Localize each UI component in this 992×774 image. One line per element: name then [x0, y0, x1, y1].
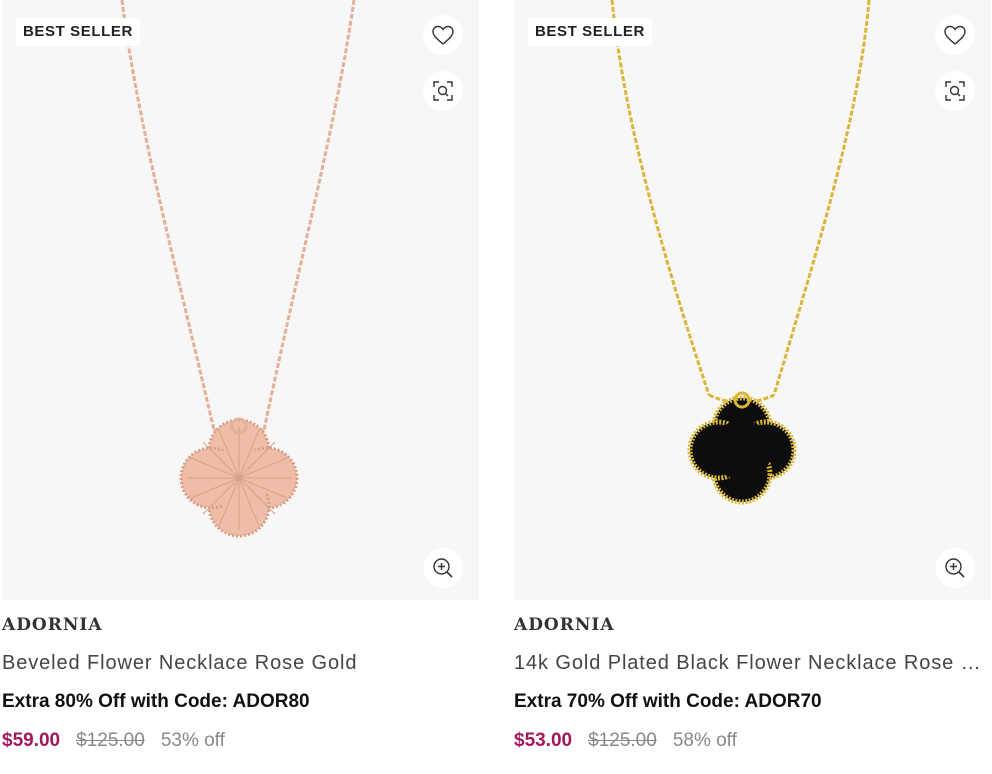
price-row: $53.00 $125.00 58% off: [514, 730, 737, 752]
wishlist-button[interactable]: [935, 15, 975, 55]
price-row: $59.00 $125.00 53% off: [2, 730, 225, 752]
promo-code-text: Extra 70% Off with Code: ADOR70: [514, 691, 822, 712]
zoom-button[interactable]: [935, 548, 975, 588]
original-price: $125.00: [588, 730, 657, 751]
promo-code-text: Extra 80% Off with Code: ADOR80: [2, 691, 310, 712]
necklace-image: [120, 0, 356, 538]
sale-price: $53.00: [514, 730, 573, 751]
scan-search-icon: [945, 81, 965, 101]
product-image[interactable]: BEST SELLER: [514, 0, 991, 600]
quick-view-button[interactable]: [935, 71, 975, 111]
heart-icon: [944, 25, 966, 45]
product-card[interactable]: BEST SELLER ADORNIA 14k Gold Plated Blac…: [514, 0, 991, 751]
discount-percent: 58% off: [672, 730, 737, 751]
scan-search-icon: [433, 81, 453, 101]
product-card[interactable]: BEST SELLER ADORNIA Beveled Flower Neckl…: [2, 0, 479, 751]
necklace-image: [610, 0, 871, 505]
wishlist-button[interactable]: [423, 15, 463, 55]
quick-view-button[interactable]: [423, 71, 463, 111]
product-brand[interactable]: ADORNIA: [2, 615, 103, 635]
original-price: $125.00: [76, 730, 145, 751]
zoom-button[interactable]: [423, 548, 463, 588]
heart-icon: [432, 25, 454, 45]
zoom-in-icon: [945, 558, 965, 578]
best-seller-badge: BEST SELLER: [528, 18, 652, 46]
best-seller-badge: BEST SELLER: [16, 18, 140, 46]
zoom-in-icon: [433, 558, 453, 578]
discount-percent: 53% off: [160, 730, 225, 751]
product-brand[interactable]: ADORNIA: [514, 615, 615, 635]
product-image[interactable]: BEST SELLER: [2, 0, 479, 600]
product-title[interactable]: 14k Gold Plated Black Flower Necklace Ro…: [514, 652, 991, 675]
sale-price: $59.00: [2, 730, 61, 751]
product-title[interactable]: Beveled Flower Necklace Rose Gold: [2, 652, 479, 675]
